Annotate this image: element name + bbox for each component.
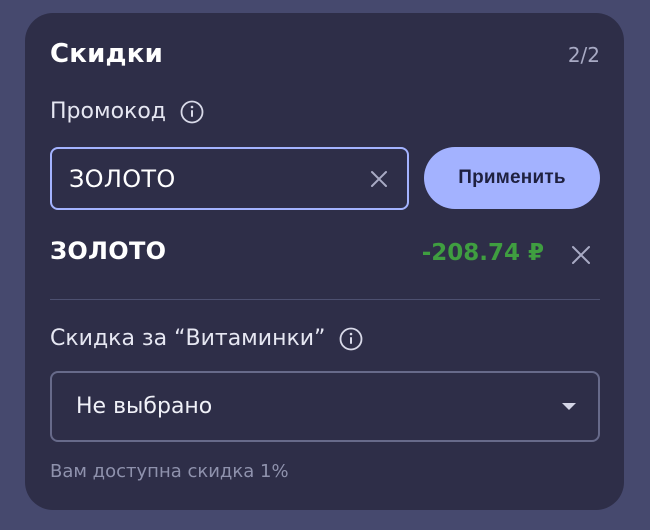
vitamins-discount-select[interactable]: Не выбрано bbox=[50, 371, 600, 442]
vitamins-label: Скидка за “Витаминки” bbox=[50, 326, 326, 351]
info-icon[interactable] bbox=[180, 100, 204, 124]
promo-label: Промокод bbox=[50, 99, 166, 124]
card-title: Скидки bbox=[50, 39, 164, 69]
select-value[interactable]: Не выбрано bbox=[76, 394, 562, 419]
divider bbox=[50, 299, 600, 300]
discounts-card: Скидки 2/2 Промокод ЗОЛОТО Применить ЗОЛ… bbox=[25, 13, 624, 510]
promo-label-row: Промокод bbox=[50, 99, 204, 124]
promo-input-value[interactable]: ЗОЛОТО bbox=[69, 165, 369, 193]
apply-button[interactable]: Применить bbox=[424, 147, 600, 209]
chevron-down-icon[interactable] bbox=[562, 403, 576, 410]
discount-counter: 2/2 bbox=[567, 43, 600, 67]
discount-amount: -208.74 ₽ bbox=[421, 240, 544, 266]
vitamins-label-row: Скидка за “Витаминки” bbox=[50, 326, 363, 351]
promo-input[interactable]: ЗОЛОТО bbox=[50, 147, 409, 210]
remove-promo-close-icon[interactable] bbox=[570, 244, 592, 266]
close-icon[interactable] bbox=[369, 169, 389, 189]
available-discount-hint: Вам доступна скидка 1% bbox=[50, 461, 289, 482]
info-icon[interactable] bbox=[339, 327, 363, 351]
applied-promo-code: ЗОЛОТО bbox=[50, 237, 167, 265]
